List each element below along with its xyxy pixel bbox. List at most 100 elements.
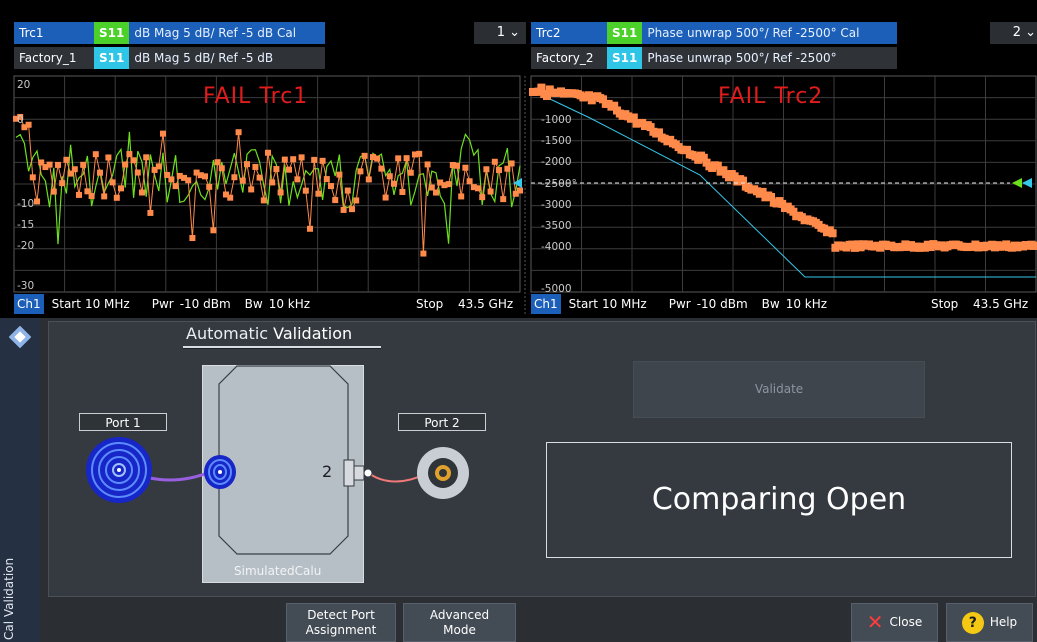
trace1-point (185, 177, 192, 184)
port1-connector-icon (86, 437, 152, 503)
trace1-point (80, 161, 87, 168)
trace1-point (294, 176, 301, 183)
trace1-point (265, 149, 271, 156)
trace1-point (466, 178, 473, 185)
panel-title: Automatic Validation (186, 324, 353, 343)
trace1-point (122, 161, 129, 168)
close-icon: ✕ (866, 610, 884, 634)
y-tick-label: -3500 (541, 220, 572, 232)
trace-plots: 20 0 -10 -15 -20 -30 -1000 -1500 -2000 -2500° -30… (13, 75, 1037, 314)
trace1-point (319, 157, 326, 164)
trace1-point (496, 167, 502, 174)
trace1-point (332, 197, 339, 204)
trace1-point (328, 183, 334, 190)
device-port2-connector-icon (343, 459, 373, 487)
help-button[interactable]: ? Help (946, 603, 1033, 642)
trace1-point (227, 194, 234, 201)
trace1-point (500, 196, 507, 203)
trace1-point (336, 171, 343, 178)
trace1-point (92, 151, 99, 158)
trace1-point (71, 166, 78, 173)
trace1-point (420, 250, 427, 257)
trace1-point (29, 174, 36, 181)
trace1-point (311, 156, 318, 163)
trace1-point (517, 187, 523, 194)
trace1-point (353, 197, 360, 204)
trace1-point (462, 164, 469, 171)
trace1-point (244, 161, 250, 168)
trace1-point (407, 169, 414, 176)
trace1-point (395, 155, 402, 162)
y-tick-label: -30 (17, 280, 34, 292)
trace1-point (374, 155, 381, 162)
trace1-point (365, 176, 372, 183)
y-tick-label: 0 (17, 114, 24, 126)
trace1-point (416, 150, 423, 157)
help-icon: ? (961, 611, 984, 634)
trace1-point (458, 193, 465, 200)
trace1-point (454, 162, 460, 169)
trace1-point (281, 156, 288, 163)
trace1-point (118, 185, 124, 192)
y-tick-label: -3000 (541, 199, 572, 211)
trace1-point (168, 176, 175, 183)
trace1-point (63, 156, 70, 163)
trace1-point (433, 189, 439, 196)
trace1-point (391, 180, 397, 187)
trace1-point (34, 198, 40, 205)
detect-port-assignment-button[interactable]: Detect Port Assignment (286, 603, 396, 642)
trace2-ref-marker-cyan (1022, 178, 1032, 188)
trace1-point (109, 179, 116, 186)
y-tick-label: -4000 (541, 241, 572, 253)
trace1-point (160, 130, 166, 137)
y-tick-label: -10 (17, 198, 34, 210)
trace1-point (487, 188, 494, 195)
trace1-point (139, 189, 145, 196)
trace1-point (248, 186, 255, 193)
trace2-point (828, 229, 837, 238)
trace1-point (134, 169, 141, 176)
trace1-point (218, 165, 225, 172)
trace1-point (491, 158, 498, 165)
trace1-point (76, 191, 82, 198)
trace2-channel-bar: Ch1 Start 10 MHz Pwr -10 dBm Bw 10 kHz Stop 43.… (531, 294, 1037, 314)
trace1-point (130, 157, 137, 164)
close-button[interactable]: ✕ Close (851, 603, 938, 642)
trace2-fail-label: FAIL Trc2 (718, 84, 824, 109)
trace1-point (126, 151, 133, 158)
trace1-point (479, 194, 486, 201)
y-tick-label: -2000 (541, 156, 572, 168)
trace1-point (277, 189, 284, 196)
trace1-y-ticks: 20 0 -10 -15 -20 -30 (17, 79, 34, 292)
trace1-point (252, 163, 259, 170)
trace1-channel-bar: Ch1 Start 10 MHz Pwr -10 dBm Bw 10 kHz Stop 43.… (14, 294, 520, 314)
connection-diagram (86, 365, 469, 555)
trace1-point (206, 183, 213, 190)
channel-badge[interactable]: Ch1 (531, 294, 561, 314)
trace1-point (202, 173, 208, 180)
y-tick-label: -1000 (541, 114, 572, 126)
port2-cable (369, 473, 426, 483)
trace1-point (307, 225, 313, 232)
trace1-point (386, 173, 393, 180)
trace1-point (105, 154, 112, 161)
trace1-point (235, 129, 242, 136)
validate-button[interactable]: Validate (633, 361, 925, 418)
trace1-point (50, 188, 57, 195)
trace1-point (231, 174, 238, 181)
trace1-point (445, 181, 452, 188)
advanced-mode-button[interactable]: Advanced Mode (403, 603, 516, 642)
trace1-point (403, 155, 410, 162)
trace1-point (88, 193, 95, 200)
y-tick-label: -2500° (541, 178, 577, 190)
trace2-point (1033, 241, 1037, 250)
channel-badge[interactable]: Ch1 (14, 294, 44, 314)
trace1-point (239, 177, 246, 184)
trace1-point (214, 159, 221, 166)
trace1-point (210, 227, 217, 234)
trace1-point (323, 176, 330, 183)
y-tick-label: 20 (17, 79, 30, 91)
trace1-point (269, 179, 276, 186)
trace1-point (298, 154, 305, 161)
y-tick-label: -1500 (541, 135, 572, 147)
